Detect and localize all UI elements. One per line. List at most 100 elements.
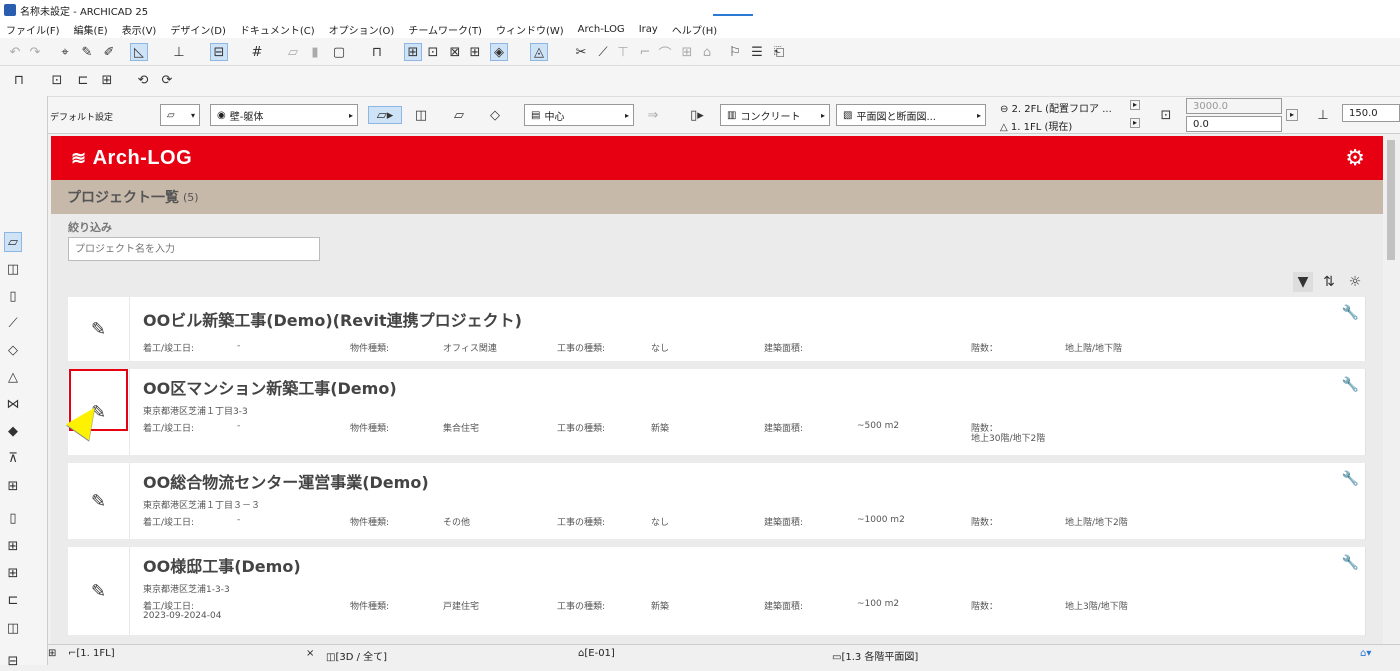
menu-design[interactable]: デザイン(D) [170, 22, 226, 37]
solid-ops-icon[interactable]: ◈ [490, 43, 508, 61]
menu-edit[interactable]: 編集(E) [74, 22, 108, 37]
grid-tool-icon[interactable]: ⊞ [98, 71, 116, 89]
filter-icon[interactable]: ▼ [1293, 272, 1313, 292]
reference-line-dropdown[interactable]: ▤ 中心 ▸ [524, 104, 634, 126]
sort-icon[interactable]: ⇅ [1319, 272, 1339, 292]
story-top-arrow[interactable]: ▸ [1130, 100, 1140, 110]
flag-icon[interactable]: ⚐ [726, 43, 744, 61]
trace-icon[interactable]: ▱ [284, 43, 302, 61]
shell-icon[interactable]: ⋈ [4, 394, 22, 414]
wall-tool-icon[interactable]: ▱ [4, 232, 22, 252]
wall-3d-icon[interactable]: ◇ [486, 106, 504, 124]
project-search-input[interactable] [68, 237, 320, 261]
menu-iray[interactable]: Iray [639, 24, 658, 35]
lightbulb-icon[interactable]: ☼ [1345, 272, 1365, 292]
gear-icon[interactable]: ⚙ [1345, 146, 1365, 171]
stair-tool-icon[interactable]: ⊏ [74, 71, 92, 89]
lock-icon[interactable]: ⊓ [368, 43, 386, 61]
project-card[interactable]: ✎ OO様邸工事(Demo) 東京都港区芝浦1-3-3 着工/竣工日: 2023… [68, 547, 1366, 635]
edit-icon[interactable]: ✎ [68, 297, 130, 361]
wrench-icon[interactable]: 🔧 [1342, 471, 1359, 487]
door-tool-icon[interactable]: ⊓ [10, 71, 28, 89]
menu-document[interactable]: ドキュメント(C) [240, 22, 315, 37]
view-dropdown[interactable]: ▧ 平面図と断面図... ▸ [836, 104, 986, 126]
project-card[interactable]: ✎ OOビル新築工事(Demo)(Revit連携プロジェクト) 着工/竣工日: … [68, 297, 1366, 361]
morph-icon[interactable]: ◆ [4, 421, 22, 441]
beam-icon[interactable]: ⟋ [4, 313, 22, 333]
layer-combo-icon[interactable]: ▢ [330, 43, 348, 61]
curtain-icon[interactable]: ⊞ [4, 563, 22, 583]
triangle-icon[interactable]: ◬ [530, 43, 548, 61]
slab-icon[interactable]: ◇ [4, 340, 22, 360]
adjust-icon[interactable]: ⟋ [594, 43, 612, 61]
height-field[interactable]: 3000.0 [1186, 98, 1282, 114]
wall-straight-icon[interactable]: ▱▸ [368, 106, 402, 124]
edit-icon[interactable]: ✎ [68, 463, 130, 539]
wall-box-icon[interactable]: ▱ [450, 106, 468, 124]
wall-curved-icon[interactable]: ◫ [412, 106, 430, 124]
height-arrow[interactable]: ▸ [1286, 109, 1298, 121]
scroll-thumb[interactable] [1387, 140, 1395, 260]
sync-icon[interactable]: ⟳ [158, 71, 176, 89]
snap-guide-icon[interactable]: ⊥ [170, 43, 188, 61]
tab-layout[interactable]: ▭[1.3 各階平面図] [832, 648, 918, 663]
object-icon[interactable]: ◫ [4, 618, 22, 638]
menu-archlog[interactable]: Arch-LOG [578, 24, 625, 35]
close-icon[interactable]: × [306, 648, 314, 659]
offset-field[interactable]: 0.0 [1186, 116, 1282, 132]
material-dropdown[interactable]: ▥ コンクリート ▸ [720, 104, 830, 126]
object-tool-icon[interactable]: ⊡ [48, 71, 66, 89]
zone-icon[interactable]: ⊟ [4, 651, 22, 671]
project-card[interactable]: ✎ OO総合物流センター運営事業(Demo) 東京都港区芝浦１丁目３－３ 着工/… [68, 463, 1366, 539]
menu-teamwork[interactable]: チームワーク(T) [408, 22, 482, 37]
menu-help[interactable]: ヘルプ(H) [672, 22, 717, 37]
stair-icon[interactable]: ⊏ [4, 590, 22, 610]
window-icon[interactable]: ⊞ [4, 536, 22, 556]
menu-window[interactable]: ウィンドウ(W) [496, 22, 564, 37]
tab-list-icon[interactable]: ⊞ [48, 648, 56, 659]
thickness-field[interactable]: 150.0 [1342, 104, 1400, 122]
cross-icon[interactable]: ⊠ [446, 43, 464, 61]
gravity-icon[interactable]: ⊟ [210, 43, 228, 61]
story-bottom-arrow[interactable]: ▸ [1130, 118, 1140, 128]
tab-3d[interactable]: ◫[3D / 全て] [326, 648, 387, 663]
eyedropper-icon[interactable]: ✎ [78, 43, 96, 61]
layer-dropdown[interactable]: ◉ 壁-躯体 ▸ [210, 104, 358, 126]
undo-icon[interactable]: ↶ [6, 43, 24, 61]
geometry-method-dropdown[interactable]: ▱ ▾ [160, 104, 200, 126]
menu-file[interactable]: ファイル(F) [6, 22, 60, 37]
syringe-icon[interactable]: ✐ [100, 43, 118, 61]
door-icon[interactable]: ▯ [4, 508, 22, 528]
offset-icon[interactable]: ⊤ [614, 43, 632, 61]
roof-icon[interactable]: ⌂ [698, 43, 716, 61]
guide-line-icon[interactable]: ◺ [130, 43, 148, 61]
structure-icon[interactable]: ▯▸ [682, 106, 712, 124]
magic-wand-icon[interactable]: ⊞ [404, 43, 422, 61]
curtain-wall-icon[interactable]: ◫ [4, 259, 22, 279]
grid-snap-icon[interactable]: # [248, 43, 266, 61]
navigator-icon[interactable]: ⌂▾ [1360, 648, 1371, 659]
roof-tool-icon[interactable]: △ [4, 367, 22, 387]
wrench-icon[interactable]: 🔧 [1342, 377, 1359, 393]
story-top[interactable]: ⊖ 2. 2FL (配置フロア ... [1000, 100, 1112, 115]
group-icon[interactable]: ⊞ [466, 43, 484, 61]
tab-elevation[interactable]: ⌂[E-01] [578, 648, 615, 659]
explode-icon[interactable]: ⊞ [678, 43, 696, 61]
menu-options[interactable]: オプション(O) [329, 22, 395, 37]
teamwork-icon[interactable]: ⟲ [134, 71, 152, 89]
fillet-icon[interactable]: ⌐ [636, 43, 654, 61]
panel-scrollbar[interactable] [1384, 136, 1398, 644]
story-bottom[interactable]: △ 1. 1FL (現在) [1000, 118, 1072, 133]
tab-floorplan[interactable]: ⌐[1. 1FL] [68, 648, 115, 659]
pick-icon[interactable]: ⌖ [56, 43, 74, 61]
project-card[interactable]: ✎ OO区マンション新築工事(Demo) 東京都港区芝浦１丁目3-3 着工/竣工… [65, 369, 1366, 455]
mesh-icon[interactable]: ⊞ [4, 476, 22, 496]
dimension-icon[interactable]: ⊡ [424, 43, 442, 61]
redo-icon[interactable]: ↷ [26, 43, 44, 61]
wrench-icon[interactable]: 🔧 [1342, 305, 1359, 321]
schedule-icon[interactable]: ☰ [748, 43, 766, 61]
flip-icon[interactable]: ⇒ [638, 106, 668, 124]
edit-icon[interactable]: ✎ [68, 547, 130, 635]
curve-icon[interactable]: ⌒ [656, 43, 674, 62]
split-icon[interactable]: ✂ [572, 43, 590, 61]
